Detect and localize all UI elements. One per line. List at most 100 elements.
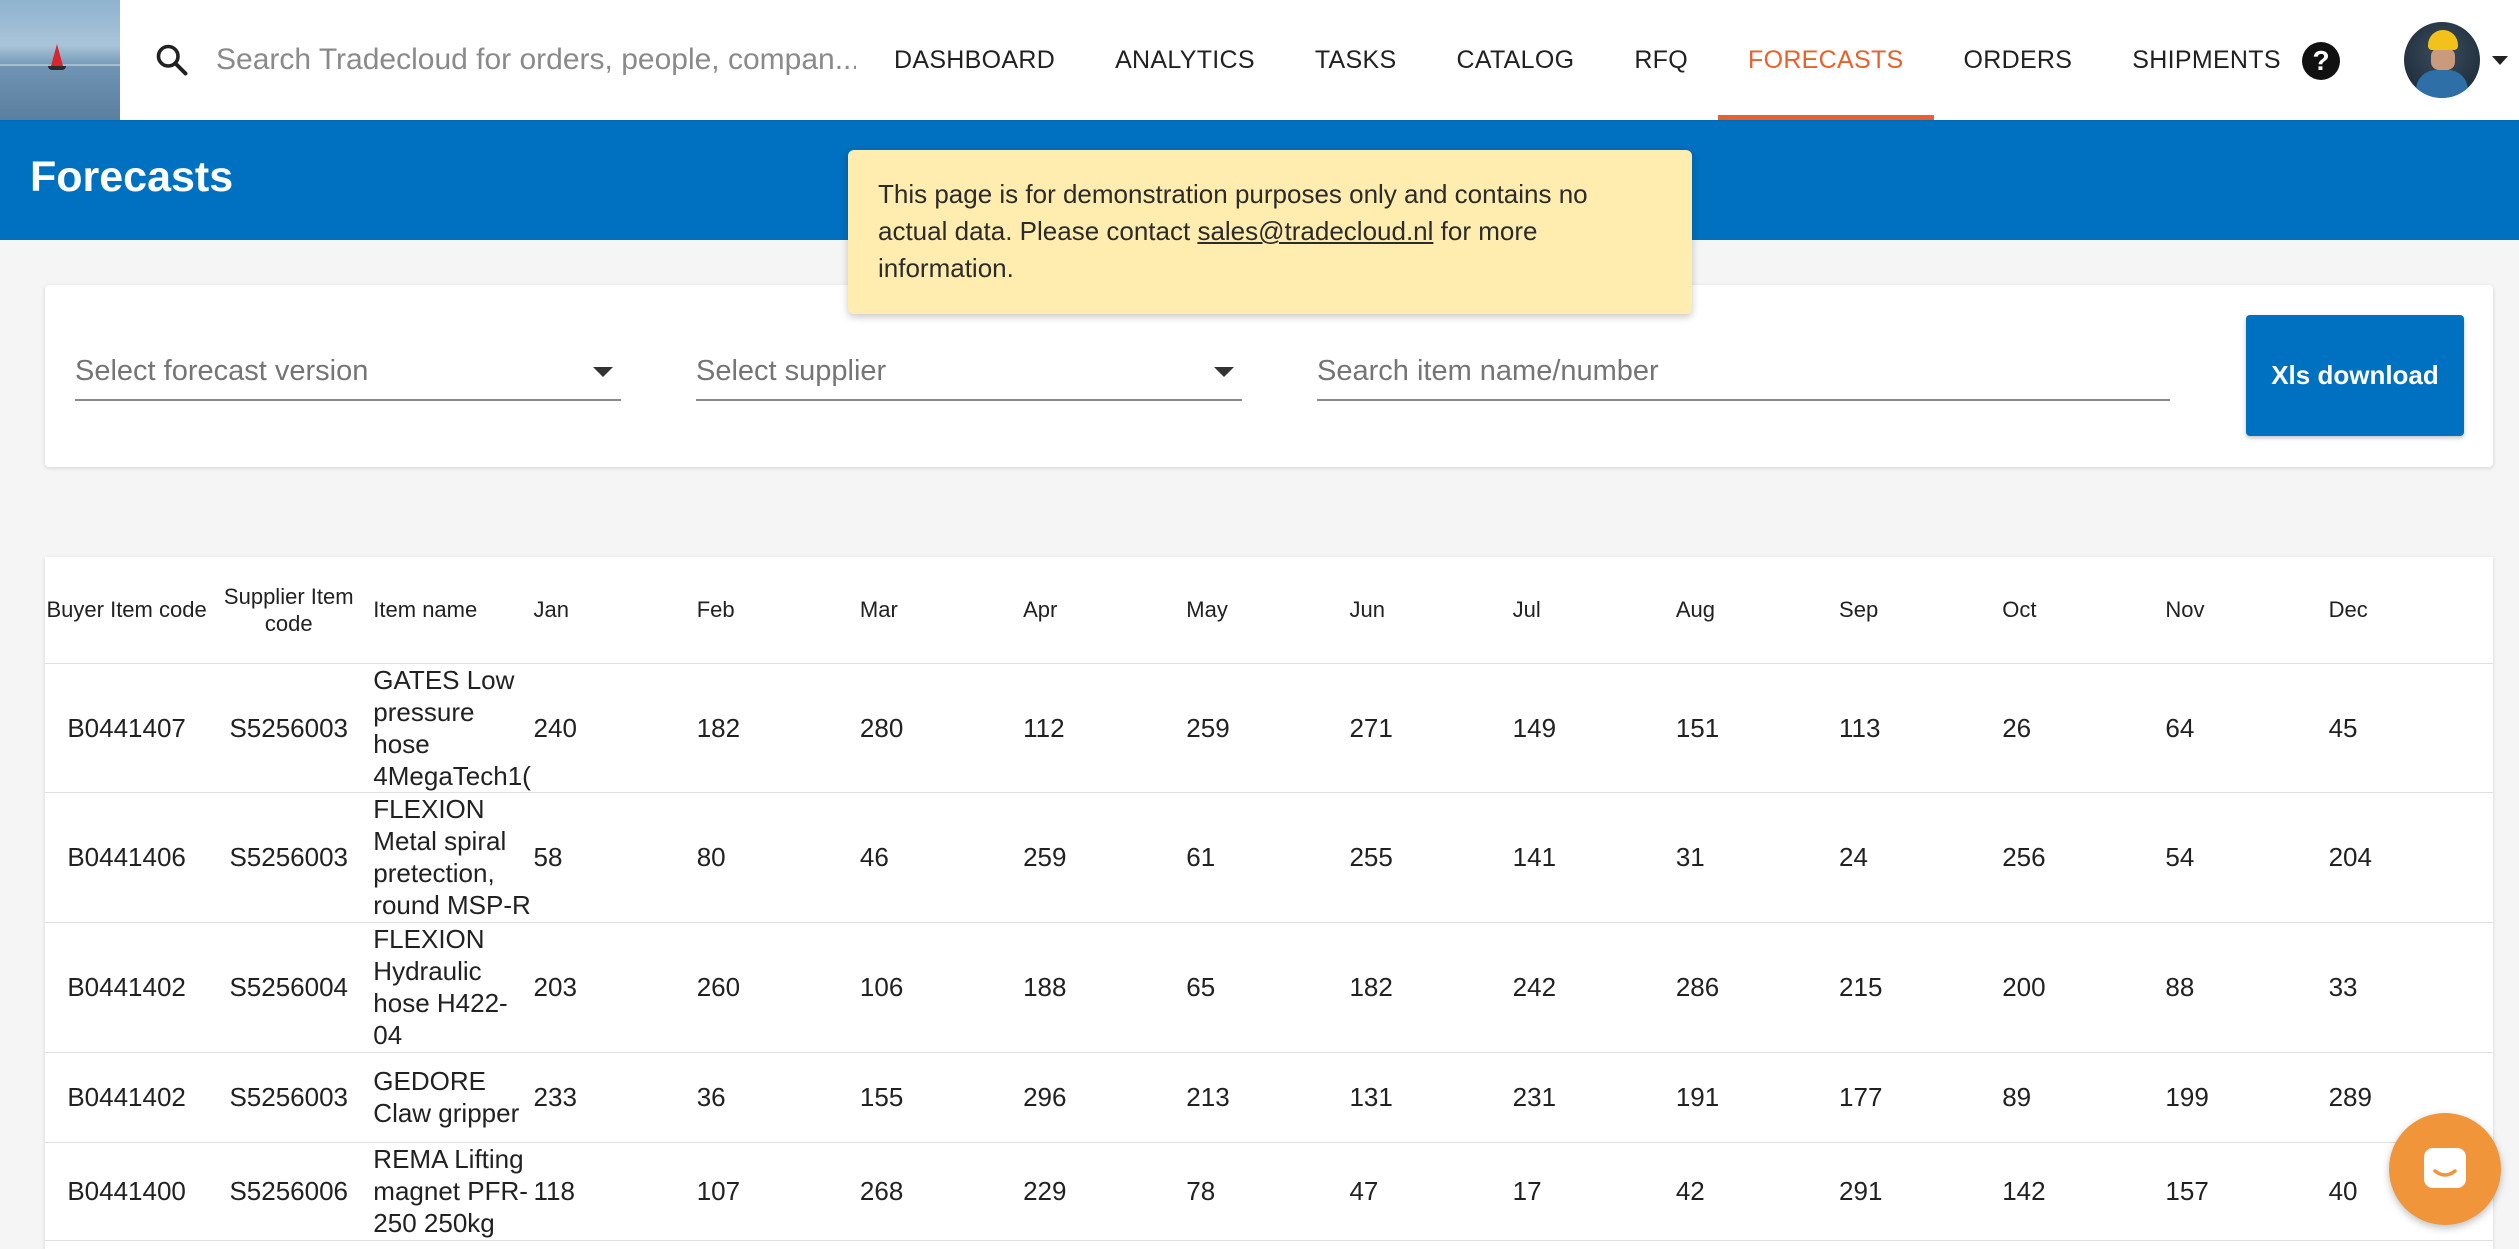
cell-spacer (2491, 922, 2493, 1053)
table-header-row: Buyer Item code Supplier Item code Item … (45, 557, 2493, 664)
cell-supplier-item-code: S5256003 (208, 1052, 370, 1143)
page-title: Forecasts (30, 153, 234, 201)
cell-mar: 106 (859, 922, 1024, 1053)
cell-mar: 46 (859, 792, 1024, 923)
cell-jun: 255 (1349, 792, 1513, 923)
col-header-jan[interactable]: Jan (533, 557, 697, 664)
cell-apr: 112 (1023, 663, 1187, 793)
cell-buyer-item-code: B0441400 (45, 1142, 209, 1241)
cell-spacer (2491, 663, 2493, 793)
cell-dec: 204 (2328, 792, 2492, 923)
cell-dec: 45 (2328, 663, 2492, 793)
cell-jun: 131 (1349, 1052, 1513, 1143)
col-header-supplier-item-code[interactable]: Supplier Item code (208, 557, 370, 664)
cell-nov: 199 (2165, 1052, 2329, 1143)
cell-may: 61 (1186, 792, 1350, 923)
table-row[interactable]: B0441402 S5256003 GEDORE Claw gripper 233 36… (45, 1052, 2493, 1143)
forecast-version-placeholder: Select forecast version (75, 354, 369, 387)
cell-may (1186, 1240, 1350, 1249)
cell-supplier-item-code: S5256003 (208, 792, 370, 923)
global-search-input[interactable] (216, 30, 856, 90)
item-search-input[interactable] (1317, 343, 2170, 401)
cell-sep: 24 (1839, 792, 2003, 923)
table-row[interactable]: FLEXION (45, 1240, 2493, 1249)
cell-jan: 58 (533, 792, 697, 923)
cell-jul: 149 (1512, 663, 1676, 793)
col-header-may[interactable]: May (1186, 557, 1350, 664)
supplier-select[interactable]: Select supplier (696, 343, 1242, 401)
table-row[interactable]: B0441402 S5256004 FLEXION Hydraulic hose H… (45, 922, 2493, 1053)
avatar[interactable] (2404, 22, 2480, 98)
forecast-table-card: Buyer Item code Supplier Item code Item … (45, 557, 2493, 1249)
col-header-mar[interactable]: Mar (859, 557, 1024, 664)
cell-feb: 36 (696, 1052, 860, 1143)
nav-catalog[interactable]: CATALOG (1426, 0, 1604, 120)
cell-may: 213 (1186, 1052, 1350, 1143)
chevron-down-icon[interactable] (593, 367, 613, 377)
col-header-apr[interactable]: Apr (1023, 557, 1187, 664)
cell-oct: 200 (2002, 922, 2166, 1053)
avatar-body (2416, 70, 2468, 98)
col-header-nov[interactable]: Nov (2165, 557, 2329, 664)
cell-sep: 113 (1839, 663, 2003, 793)
cell-sep: 177 (1839, 1052, 2003, 1143)
cell-apr (1023, 1240, 1187, 1249)
col-header-item-name[interactable]: Item name (369, 557, 534, 664)
cell-jun: 271 (1349, 663, 1513, 793)
cell-oct (2002, 1240, 2166, 1249)
main-nav: DASHBOARD ANALYTICS TASKS CATALOG RFQ FO… (864, 0, 2311, 120)
table-body: B0441407 S5256003 GATES Low pressure hose … (45, 663, 2493, 1249)
col-header-buyer-item-code[interactable]: Buyer Item code (45, 557, 209, 664)
cell-aug: 191 (1675, 1052, 1840, 1143)
cell-oct: 89 (2002, 1052, 2166, 1143)
table-row[interactable]: B0441400 S5256006 REMA Lifting magnet PFR-… (45, 1142, 2493, 1241)
chat-launcher-button[interactable] (2389, 1113, 2501, 1225)
cell-buyer-item-code: B0441407 (45, 663, 209, 793)
cell-feb (696, 1240, 860, 1249)
cell-aug: 286 (1675, 922, 1840, 1053)
chevron-down-icon[interactable] (1214, 367, 1234, 377)
col-header-jun[interactable]: Jun (1349, 557, 1513, 664)
cell-item-name: FLEXION Metal spiral pretection, round M… (369, 792, 534, 923)
col-header-jul[interactable]: Jul (1512, 557, 1676, 664)
cell-jan: 233 (533, 1052, 697, 1143)
cell-nov: 64 (2165, 663, 2329, 793)
cell-item-name: GEDORE Claw gripper (369, 1052, 534, 1143)
xls-download-button[interactable]: Xls download (2246, 315, 2464, 436)
cell-item-name: FLEXION Hydraulic hose H422-04 (369, 922, 534, 1053)
top-bar: DASHBOARD ANALYTICS TASKS CATALOG RFQ FO… (0, 0, 2519, 120)
cell-may: 259 (1186, 663, 1350, 793)
cell-jul: 231 (1512, 1052, 1676, 1143)
col-header-feb[interactable]: Feb (696, 557, 860, 664)
cell-aug: 151 (1675, 663, 1840, 793)
col-header-sep[interactable]: Sep (1839, 557, 2003, 664)
chevron-down-icon[interactable] (2492, 56, 2508, 65)
cell-dec (2328, 1240, 2492, 1249)
help-icon[interactable]: ? (2302, 42, 2340, 80)
nav-rfq[interactable]: RFQ (1604, 0, 1718, 120)
nav-tasks[interactable]: TASKS (1285, 0, 1427, 120)
col-header-oct[interactable]: Oct (2002, 557, 2166, 664)
nav-forecasts[interactable]: FORECASTS (1718, 0, 1934, 120)
col-header-aug[interactable]: Aug (1675, 557, 1840, 664)
cell-item-name-text: FLEXION Metal spiral pretection, round M… (373, 794, 531, 920)
cell-apr: 296 (1023, 1052, 1187, 1143)
table-row[interactable]: B0441406 S5256003 FLEXION Metal spiral pre… (45, 792, 2493, 923)
chat-icon (2424, 1148, 2466, 1188)
company-logo[interactable] (0, 0, 120, 120)
sales-email-link[interactable]: sales@tradecloud.nl (1197, 216, 1433, 246)
cell-sep (1839, 1240, 2003, 1249)
col-header-dec[interactable]: Dec (2328, 557, 2492, 664)
nav-shipments[interactable]: SHIPMENTS (2102, 0, 2311, 120)
nav-analytics[interactable]: ANALYTICS (1085, 0, 1285, 120)
cell-jan: 203 (533, 922, 697, 1053)
nav-dashboard[interactable]: DASHBOARD (864, 0, 1085, 120)
table-row[interactable]: B0441407 S5256003 GATES Low pressure hose … (45, 663, 2493, 793)
forecast-version-select[interactable]: Select forecast version (75, 343, 621, 401)
nav-orders[interactable]: ORDERS (1934, 0, 2103, 120)
cell-oct: 142 (2002, 1142, 2166, 1241)
search-icon[interactable] (152, 40, 192, 80)
cell-nov: 54 (2165, 792, 2329, 923)
cell-item-name-text: GATES Low pressure hose 4MegaTech1( (373, 664, 531, 791)
logo-hull (48, 66, 66, 70)
